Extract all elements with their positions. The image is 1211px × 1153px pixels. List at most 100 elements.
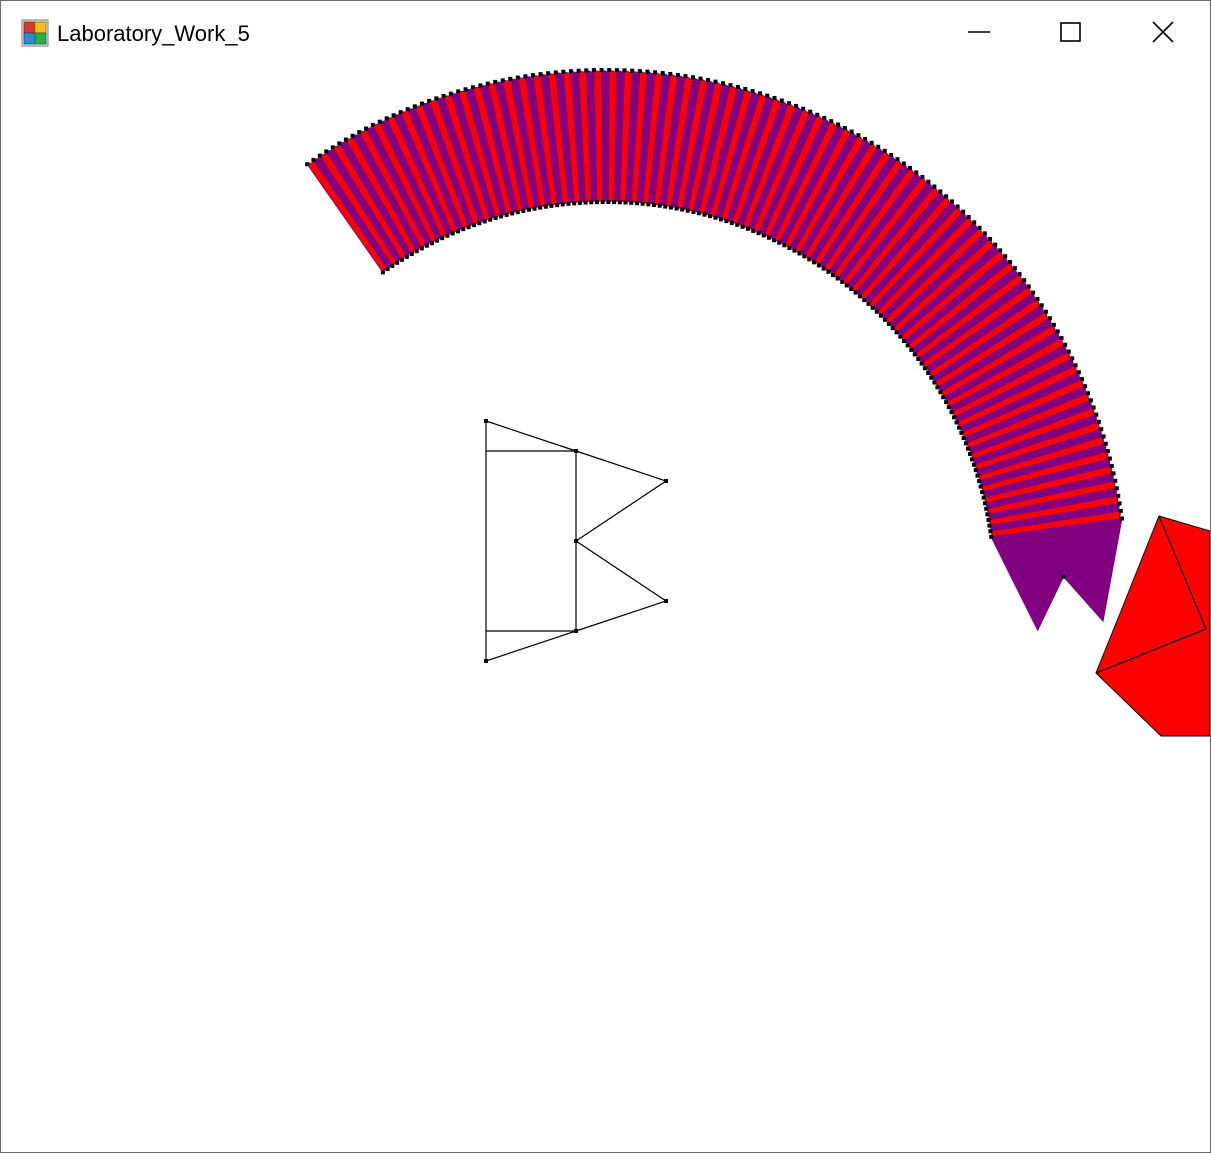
- trail-vertex: [1116, 493, 1121, 498]
- trail-vertex: [886, 321, 891, 326]
- trail-vertex: [751, 228, 756, 233]
- trail-vertex: [634, 201, 639, 206]
- trail-vertex: [1105, 449, 1110, 454]
- trail-vertex: [530, 73, 535, 78]
- trail-vertex: [412, 104, 417, 109]
- static-figure-outline: [484, 419, 668, 663]
- trail-vertex: [835, 276, 840, 281]
- trail-vertex: [743, 86, 748, 91]
- trail-vertex: [954, 420, 959, 425]
- trail-vertex: [350, 133, 355, 138]
- static-figure-vertex: [664, 599, 668, 603]
- trail-vertex: [912, 352, 917, 357]
- trail-vertex: [876, 144, 881, 149]
- trail-vertex: [553, 70, 558, 75]
- trail-vertex: [808, 109, 813, 114]
- trail-vertex: [765, 93, 770, 98]
- trail-vertex: [977, 225, 982, 230]
- trail-vertex: [668, 71, 673, 76]
- trail-vertex: [429, 241, 434, 246]
- trail-vertex: [384, 116, 389, 121]
- trail-vertex: [380, 270, 385, 275]
- window-title: Laboratory_Work_5: [57, 21, 250, 46]
- trail-vertex: [683, 74, 688, 79]
- trail-vertex: [984, 506, 989, 511]
- trail-vertex: [890, 326, 895, 331]
- trail-vertex: [844, 283, 849, 288]
- trail-vertex: [963, 441, 968, 446]
- trail-vertex: [932, 184, 937, 189]
- trail-vertex: [445, 233, 450, 238]
- drawing-canvas[interactable]: [1, 63, 1210, 1152]
- trail-vertex: [724, 219, 729, 224]
- minimize-button[interactable]: [933, 1, 1025, 63]
- trail-vertex: [856, 133, 861, 138]
- app-window: Laboratory_Work_5: [0, 0, 1211, 1153]
- trail-vertex: [801, 106, 806, 111]
- trail-vertex: [735, 222, 740, 227]
- trail-vertex: [450, 231, 455, 236]
- trail-vertex: [901, 161, 906, 166]
- trail-vertex: [515, 75, 520, 80]
- trail-vertex: [385, 267, 390, 272]
- trail-vertex: [713, 79, 718, 84]
- trail-vertex: [993, 242, 998, 247]
- trail-vertex: [606, 200, 611, 205]
- close-button[interactable]: [1117, 1, 1209, 63]
- trail-vertex: [836, 122, 841, 127]
- trail-vertex: [532, 206, 537, 211]
- app-form-icon: [21, 19, 49, 47]
- trail-vertex: [508, 76, 513, 81]
- trail-vertex: [782, 243, 787, 248]
- trail-vertex: [929, 375, 934, 380]
- trail-vertex: [786, 101, 791, 106]
- trail-vertex: [1117, 501, 1122, 506]
- trail-vertex: [1079, 377, 1084, 382]
- trail-vertex: [970, 457, 975, 462]
- trail-vertex: [866, 301, 871, 306]
- trail-vertex: [916, 356, 921, 361]
- trail-vertex: [674, 206, 679, 211]
- trail-vertex: [614, 68, 619, 73]
- trail-vertex: [932, 380, 937, 385]
- trail-vertex: [1101, 434, 1106, 439]
- trail-vertex: [982, 501, 987, 506]
- trail-vertex: [1051, 322, 1056, 327]
- trail-vertex: [405, 107, 410, 112]
- trail-vertex: [584, 68, 589, 73]
- trail-vertex: [777, 240, 782, 245]
- trail-vertex: [424, 243, 429, 248]
- trail-vertex: [1012, 266, 1017, 271]
- trail-vertex: [404, 254, 409, 259]
- trail-vertex: [961, 436, 966, 441]
- trail-vertex: [599, 68, 604, 73]
- trail-vertex: [750, 89, 755, 94]
- maximize-button[interactable]: [1025, 1, 1117, 63]
- trail-vertex: [815, 112, 820, 117]
- trail-vertex: [660, 71, 665, 76]
- trail-vertex: [889, 152, 894, 157]
- trail-vertex: [761, 233, 766, 238]
- trail-vertex: [987, 523, 992, 528]
- trail-vertex: [849, 129, 854, 134]
- trail-vertex: [477, 221, 482, 226]
- trail-vertex: [441, 93, 446, 98]
- trail-vertex: [988, 236, 993, 241]
- trail-vertex: [594, 200, 599, 205]
- trail-vertex: [1091, 405, 1096, 410]
- trail-vertex: [998, 248, 1003, 253]
- trail-vertex: [499, 214, 504, 219]
- trail-vertex: [1055, 329, 1060, 334]
- trail-vertex: [448, 91, 453, 96]
- static-figure-vertex: [484, 419, 488, 423]
- trail-vertex: [560, 202, 565, 207]
- trail-vertex: [591, 68, 596, 73]
- minimize-icon: [968, 31, 990, 33]
- trail-vertex: [399, 257, 404, 262]
- title-bar[interactable]: Laboratory_Work_5: [1, 1, 1210, 63]
- trail-vertex: [922, 366, 927, 371]
- trail-vertex: [792, 248, 797, 253]
- trail-vertex: [895, 157, 900, 162]
- trail-vertex: [1026, 284, 1031, 289]
- trail-vertex: [1059, 336, 1064, 341]
